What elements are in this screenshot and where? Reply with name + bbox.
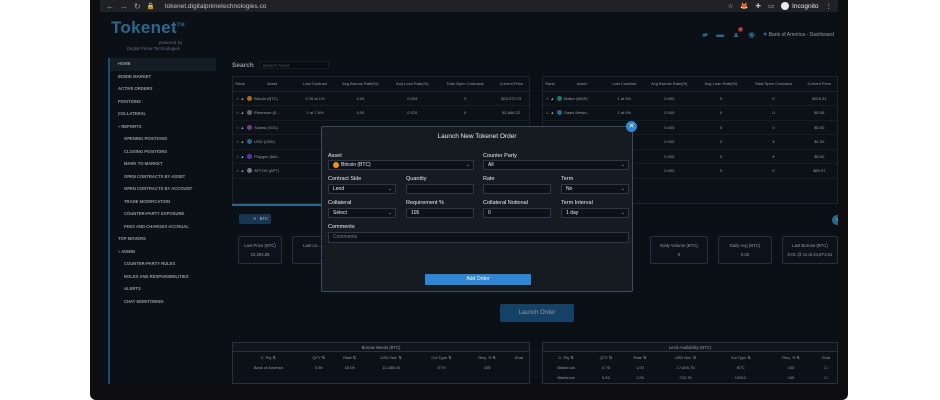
- asset-select[interactable]: Bitcoin (BTC) ⌄: [328, 160, 474, 170]
- term-select[interactable]: No ⌄: [561, 184, 629, 194]
- chevron-down-icon: ⌄: [465, 162, 470, 168]
- quantity-label: Quantity: [406, 176, 427, 182]
- extension-icon[interactable]: 🦊: [740, 2, 748, 10]
- browser-toolbar: ← → ↻ 🔒 tokenet.digitalprimetechnologies…: [100, 0, 838, 12]
- term-interval-label: Term Interval: [561, 200, 593, 206]
- app-screen: TokenetTM powered by Digital Prime Techn…: [100, 12, 838, 384]
- close-modal-icon[interactable]: ✕: [626, 121, 637, 132]
- address-bar[interactable]: tokenet.digitalprimetechnologies.co: [165, 3, 722, 10]
- bitcoin-icon: [333, 161, 339, 168]
- chevron-down-icon: ⌄: [620, 210, 625, 216]
- comments-label: Comments: [328, 224, 355, 230]
- lock-icon[interactable]: 🔒: [147, 2, 155, 10]
- chevron-down-icon: ⌄: [620, 186, 625, 192]
- back-arrow-icon[interactable]: ←: [106, 2, 114, 11]
- quantity-input[interactable]: [406, 184, 474, 194]
- puzzle-icon[interactable]: ✚: [756, 2, 761, 10]
- add-order-button[interactable]: Add Order: [425, 274, 531, 285]
- menu-dots-icon[interactable]: ⋮: [826, 2, 833, 10]
- collateral-notional-input[interactable]: 0: [483, 208, 551, 218]
- star-icon[interactable]: ☆: [728, 2, 734, 10]
- contract-side-label: Contract Side: [328, 176, 362, 182]
- requirement-input[interactable]: 105: [406, 208, 474, 218]
- counterparty-select[interactable]: All ⌄: [483, 160, 629, 170]
- collateral-select[interactable]: Select ⌄: [328, 208, 396, 218]
- chevron-down-icon: ⌄: [387, 186, 392, 192]
- rate-label: Rate: [483, 176, 495, 182]
- term-label: Term: [561, 176, 574, 182]
- collateral-notional-label: Collateral Notional: [483, 200, 528, 206]
- collateral-label: Collateral: [328, 200, 352, 206]
- asset-label: Asset: [328, 153, 342, 159]
- contract-side-select[interactable]: Lend ⌄: [328, 184, 396, 194]
- incognito-icon: [781, 2, 790, 10]
- incognito-indicator[interactable]: Incognito: [781, 2, 819, 10]
- term-interval-select[interactable]: 1 day ⌄: [561, 208, 629, 218]
- launch-order-modal: ✕ Launch New Tokenet Order Asset Bitcoin…: [321, 121, 637, 292]
- requirement-label: Requirement %: [406, 200, 444, 206]
- forward-arrow-icon[interactable]: →: [120, 2, 128, 11]
- counterparty-label: Counter Party: [483, 153, 517, 159]
- chevron-down-icon: ⌄: [620, 162, 625, 168]
- window-icon[interactable]: ▭: [768, 2, 774, 10]
- modal-title: Launch New Tokenet Order: [437, 133, 517, 140]
- reload-icon[interactable]: ↻: [134, 2, 141, 11]
- chevron-down-icon: ⌄: [387, 210, 392, 216]
- comments-input[interactable]: Comments: [328, 232, 629, 243]
- rate-input[interactable]: [483, 184, 551, 194]
